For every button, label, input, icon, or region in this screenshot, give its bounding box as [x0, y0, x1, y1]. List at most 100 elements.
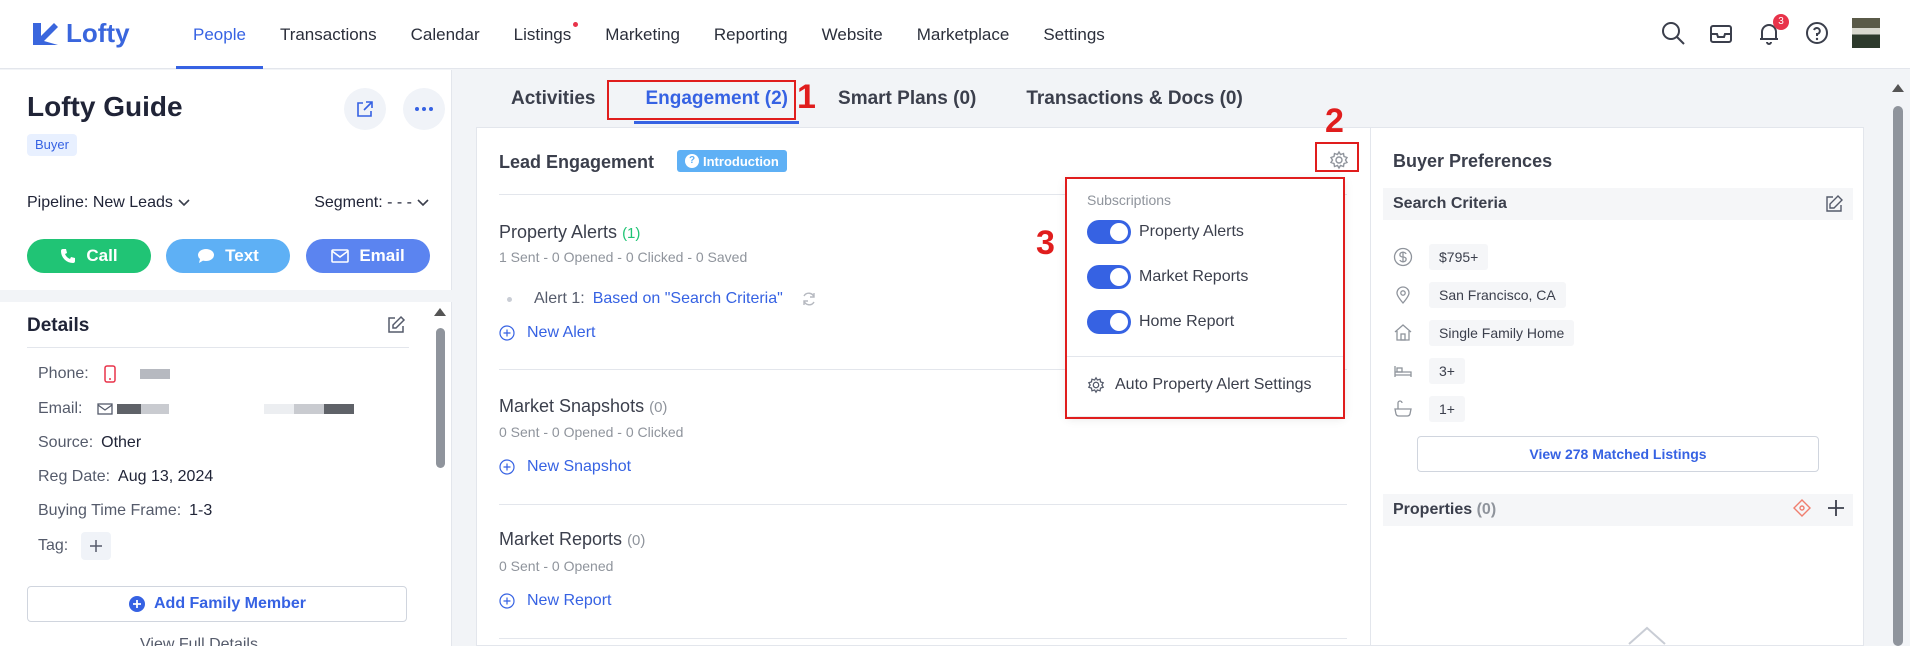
pipeline-label: Pipeline: New Leads: [27, 194, 173, 211]
nav-calendar[interactable]: Calendar: [394, 0, 497, 69]
market-snapshots-stats: 0 Sent - 0 Opened - 0 Clicked: [499, 424, 684, 440]
add-family-label: Add Family Member: [153, 595, 307, 612]
lead-sidebar: Lofty Guide Buyer Pipeline: New Leads Se…: [0, 70, 452, 646]
details-scrollbar[interactable]: [436, 328, 445, 468]
home-type-criterion: Single Family Home: [1393, 320, 1575, 346]
nav-reporting[interactable]: Reporting: [697, 0, 805, 69]
introduction-label: Introduction: [703, 153, 779, 169]
reg-date-value: Aug 13, 2024: [118, 468, 214, 485]
details-divider: [27, 347, 409, 348]
tab-transactions-docs[interactable]: Transactions & Docs (0): [1001, 70, 1267, 128]
nav-transactions[interactable]: Transactions: [263, 0, 394, 69]
plus-icon: [89, 540, 102, 552]
refresh-icon[interactable]: [801, 291, 817, 307]
property-alerts-stats: 1 Sent - 0 Opened - 0 Clicked - 0 Saved: [499, 249, 748, 265]
baths-criterion: 1+: [1393, 396, 1465, 422]
property-alerts-label: Property Alerts: [499, 222, 618, 242]
market-snapshots-title: Market Snapshots (0): [499, 396, 667, 417]
email-button[interactable]: Email: [306, 239, 430, 273]
chevron-down-icon: [417, 199, 429, 206]
annotation-box-2: [1315, 142, 1359, 172]
new-snapshot-button[interactable]: New Snapshot: [499, 458, 631, 476]
bathtub-icon: [1394, 400, 1412, 417]
scroll-up-arrow[interactable]: [434, 308, 446, 316]
redacted-email-suffix: [263, 403, 294, 414]
collapse-arrow-icon[interactable]: [1627, 626, 1667, 646]
market-reports-title: Market Reports (0): [499, 529, 645, 550]
new-alert-label: New Alert: [527, 324, 596, 341]
alert-item: Alert 1: Based on "Search Criteria": [507, 290, 817, 308]
add-family-member-button[interactable]: Add Family Member: [27, 586, 407, 622]
annotation-number-2: 2: [1325, 102, 1344, 140]
mobile-phone-icon[interactable]: [103, 365, 117, 383]
redacted-email-part: [293, 403, 324, 414]
new-report-button[interactable]: New Report: [499, 592, 611, 610]
new-alert-button[interactable]: New Alert: [499, 324, 595, 342]
buying-time-label: Buying Time Frame:: [38, 502, 182, 519]
redacted-email-part: [141, 403, 170, 414]
section-divider: [499, 638, 1347, 639]
call-button[interactable]: Call: [27, 239, 151, 273]
view-full-details-link[interactable]: View Full Details: [140, 636, 258, 646]
bed-icon: [1394, 366, 1412, 377]
market-reports-stats: 0 Sent - 0 Opened: [499, 558, 614, 574]
pipeline-select[interactable]: Pipeline: New Leads: [27, 194, 190, 212]
help-icon[interactable]: [1804, 20, 1830, 46]
tag-label: Tag:: [38, 537, 69, 555]
new-snapshot-label: New Snapshot: [527, 458, 632, 475]
column-divider: [1370, 128, 1371, 646]
lead-tabs: Activities Engagement (2) Smart Plans (0…: [486, 70, 1268, 128]
alert-criteria-link[interactable]: Based on "Search Criteria": [593, 290, 783, 308]
location-chip: San Francisco, CA: [1429, 282, 1566, 308]
properties-actions: [1793, 499, 1845, 517]
mail-icon: [331, 249, 350, 263]
edit-details-icon[interactable]: [386, 315, 406, 335]
bullet-dot: [507, 296, 512, 302]
segment-select[interactable]: Segment: - - -: [314, 194, 429, 212]
add-tag-button[interactable]: [80, 532, 111, 560]
nav-website[interactable]: Website: [805, 0, 900, 69]
share-button[interactable]: [344, 88, 386, 130]
notifications-button[interactable]: 3: [1756, 14, 1789, 46]
nav-marketplace[interactable]: Marketplace: [900, 0, 1027, 69]
view-matched-listings-button[interactable]: View 278 Matched Listings: [1417, 436, 1819, 472]
market-reports-label: Market Reports: [499, 529, 623, 549]
edit-criteria-icon[interactable]: [1825, 195, 1843, 213]
search-icon[interactable]: [1660, 20, 1686, 46]
nav-people[interactable]: People: [176, 0, 263, 69]
new-indicator-dot: [573, 22, 579, 27]
chevron-down-icon: [178, 199, 190, 206]
beds-chip: 3+: [1429, 358, 1465, 384]
page-scrollbar[interactable]: [1893, 106, 1903, 646]
nav-settings[interactable]: Settings: [1026, 0, 1121, 69]
page-scroll-up-arrow[interactable]: [1892, 84, 1904, 92]
search-criteria-header: Search Criteria: [1383, 188, 1853, 220]
price-chip: $795+: [1429, 244, 1489, 270]
app-logo[interactable]: Lofty: [30, 18, 130, 49]
tab-activities[interactable]: Activities: [486, 70, 620, 128]
market-reports-count: (0): [627, 532, 646, 549]
inbox-icon[interactable]: [1708, 20, 1734, 46]
phone-label: Phone:: [38, 365, 89, 383]
question-icon: ?: [685, 154, 699, 168]
top-navigation-bar: Lofty People Transactions Calendar Listi…: [0, 0, 1910, 69]
more-options-button[interactable]: [403, 88, 445, 130]
introduction-button[interactable]: ? Introduction: [677, 150, 787, 172]
add-property-icon[interactable]: [1827, 499, 1845, 517]
tab-smart-plans[interactable]: Smart Plans (0): [813, 70, 1001, 128]
source-label: Source:: [38, 434, 94, 451]
nav-listings[interactable]: Listings: [497, 0, 589, 69]
plus-circle-icon: [128, 596, 145, 612]
more-horizontal-icon: [415, 107, 433, 111]
redacted-phone: [139, 369, 170, 379]
user-avatar[interactable]: [1852, 18, 1880, 48]
search-criteria-title: Search Criteria: [1393, 195, 1507, 212]
nav-marketing[interactable]: Marketing: [588, 0, 697, 69]
tag-diamond-icon[interactable]: [1793, 499, 1811, 517]
text-label: Text: [225, 246, 259, 265]
plus-circle-outline-icon: [499, 325, 515, 341]
main-nav: People Transactions Calendar Listings Ma…: [176, 0, 1122, 69]
beds-criterion: 3+: [1393, 358, 1465, 384]
properties-label: Properties: [1393, 501, 1473, 518]
text-button[interactable]: Text: [166, 239, 290, 273]
